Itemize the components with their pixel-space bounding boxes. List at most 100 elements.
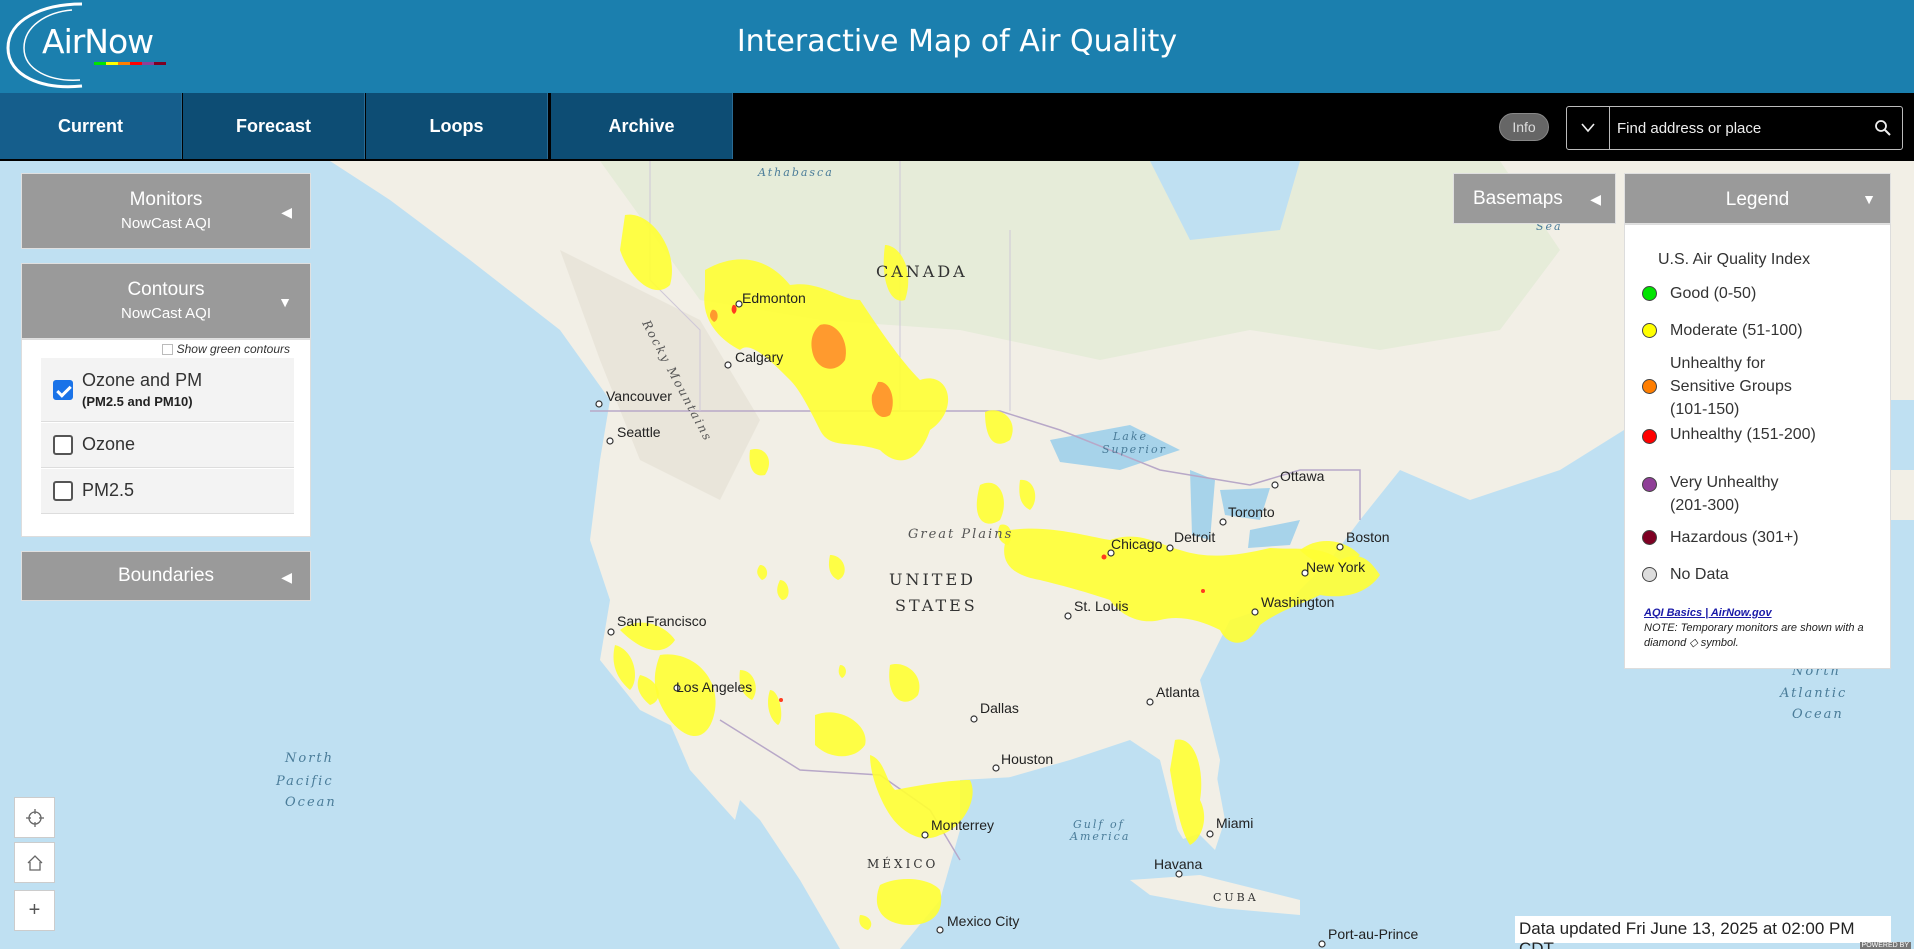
label-natl-3: Ocean [1792, 707, 1844, 722]
swatch-unhealthy [1642, 429, 1657, 444]
legend-note: NOTE: Temporary monitors are shown with … [1644, 622, 1864, 649]
tab-label: Loops [429, 115, 484, 136]
tab-current[interactable]: Current [0, 93, 182, 159]
monitors-title: Monitors [129, 189, 203, 210]
locate-button[interactable] [14, 797, 55, 838]
legend-item-hazardous: Hazardous (301+) [1642, 526, 1870, 549]
page-title: Interactive Map of Air Quality [736, 24, 1178, 59]
contour-option-pm25[interactable]: PM2.5 [41, 469, 294, 514]
zoom-in-button[interactable]: + [14, 890, 55, 931]
data-updated-status: Data updated Fri June 13, 2025 at 02:00 … [1515, 916, 1891, 949]
legend-item-label: Good (0-50) [1670, 285, 1757, 302]
swatch-very-unhealthy [1642, 477, 1657, 492]
chevron-down-icon [1581, 123, 1595, 133]
city-los-angeles: Los Angeles [676, 679, 752, 695]
label-gulf-2: America [1069, 830, 1130, 843]
city-detroit: Detroit [1174, 529, 1215, 545]
contours-title: Contours [127, 279, 205, 300]
legend-item-label: Very Unhealthy (201-300) [1670, 474, 1779, 514]
label-lake-superior-1: Lake [1112, 430, 1148, 443]
collapse-left-icon: ◀ [281, 204, 292, 220]
boundaries-panel-header[interactable]: Boundaries ◀ [21, 551, 311, 601]
pm25-checkbox[interactable] [53, 481, 73, 501]
monitors-subtitle: NowCast AQI [120, 215, 212, 232]
home-icon [27, 854, 42, 871]
contours-panel-header[interactable]: Contours NowCast AQI ▼ [21, 263, 311, 339]
label-united: UNITED [889, 570, 976, 589]
monitors-panel-header[interactable]: Monitors NowCast AQI ◀ [21, 173, 311, 249]
tab-archive[interactable]: Archive [551, 93, 733, 159]
contour-option-ozone-pm[interactable]: Ozone and PM (PM2.5 and PM10) [41, 358, 294, 422]
aqi-index-title: U.S. Air Quality Index [1658, 251, 1811, 268]
green-contours-checkbox[interactable] [161, 343, 173, 355]
city-havana: Havana [1154, 856, 1202, 872]
pm25-label: PM2.5 [82, 480, 135, 500]
legend-item-label: Hazardous (301+) [1670, 529, 1799, 546]
aqi-basics-link[interactable]: AQI Basics | AirNow.gov [1644, 607, 1772, 619]
city-atlanta: Atlanta [1156, 684, 1200, 700]
swatch-usg [1642, 379, 1657, 394]
expand-down-icon: ▼ [1862, 191, 1876, 207]
legend-title: Legend [1725, 189, 1790, 210]
ozone-checkbox[interactable] [53, 435, 73, 455]
swatch-good [1642, 286, 1657, 301]
ozone-label: Ozone [82, 434, 136, 454]
legend-item-usg: Unhealthy for Sensitive Groups (101-150) [1642, 352, 1820, 421]
city-seattle: Seattle [617, 424, 661, 440]
legend-panel-header[interactable]: Legend ▼ [1624, 173, 1891, 224]
contours-panel-body: Show green contours Ozone and PM (PM2.5 … [21, 339, 311, 537]
tab-label: Current [57, 115, 123, 136]
label-natl-2: Atlantic [1779, 686, 1847, 701]
tab-loops[interactable]: Loops [366, 93, 548, 159]
label-states: STATES [895, 596, 978, 615]
ozone-pm-label: Ozone and PM [82, 370, 203, 390]
search-box [1566, 106, 1903, 150]
powered-by-badge: POWERED BY [1859, 942, 1911, 949]
swatch-no-data [1642, 567, 1657, 582]
nav-bar: Current Forecast Loops Archive Info [0, 93, 1914, 161]
tab-forecast[interactable]: Forecast [183, 93, 365, 159]
legend-item-good: Good (0-50) [1642, 282, 1870, 305]
city-houston: Houston [1001, 751, 1053, 767]
crosshair-icon [25, 808, 44, 827]
label-npac-1: North [284, 751, 334, 766]
legend-item-no-data: No Data [1642, 563, 1870, 586]
city-port-au-prince: Port-au-Prince [1328, 926, 1418, 942]
city-st-louis: St. Louis [1074, 598, 1128, 614]
label-great-plains: Great Plains [908, 527, 1013, 542]
collapse-left-icon: ◀ [1590, 191, 1601, 207]
search-input[interactable] [1617, 115, 1847, 141]
show-green-contours-toggle[interactable]: Show green contours [161, 342, 290, 356]
ozone-pm-sublabel: (PM2.5 and PM10) [82, 394, 193, 409]
search-icon[interactable] [1874, 119, 1892, 137]
legend-item-moderate: Moderate (51-100) [1642, 319, 1870, 342]
contour-option-ozone[interactable]: Ozone [41, 423, 294, 468]
info-button[interactable]: Info [1499, 113, 1549, 141]
search-source-dropdown[interactable] [1567, 107, 1610, 149]
tab-label: Archive [608, 115, 675, 136]
collapse-left-icon: ◀ [281, 569, 292, 585]
city-calgary: Calgary [735, 349, 783, 365]
legend-item-unhealthy: Unhealthy (151-200) [1642, 423, 1820, 446]
swatch-hazardous [1642, 530, 1657, 545]
label-cuba: CUBA [1213, 891, 1259, 904]
city-boston: Boston [1346, 529, 1390, 545]
legend-item-label: Unhealthy (151-200) [1670, 426, 1816, 443]
ozone-pm-checkbox[interactable] [53, 380, 73, 400]
city-washington: Washington [1261, 594, 1334, 610]
basemaps-panel-header[interactable]: Basemaps ◀ [1453, 173, 1616, 224]
swatch-moderate [1642, 323, 1657, 338]
city-miami: Miami [1216, 815, 1253, 831]
label-lake-superior-2: Superior [1102, 443, 1167, 456]
label-athabasca: Athabasca [757, 166, 834, 179]
label-npac-2: Pacific [275, 774, 334, 789]
tab-label: Forecast [235, 115, 312, 136]
city-dallas: Dallas [980, 700, 1019, 716]
label-mexico: MÉXICO [867, 856, 938, 871]
legend-item-label: Unhealthy for Sensitive Groups (101-150) [1670, 355, 1792, 418]
city-san-francisco: San Francisco [617, 613, 707, 629]
city-edmonton: Edmonton [742, 290, 806, 306]
green-contours-label: Show green contours [176, 342, 290, 356]
basemaps-title: Basemaps [1473, 188, 1563, 209]
home-button[interactable] [14, 842, 55, 883]
